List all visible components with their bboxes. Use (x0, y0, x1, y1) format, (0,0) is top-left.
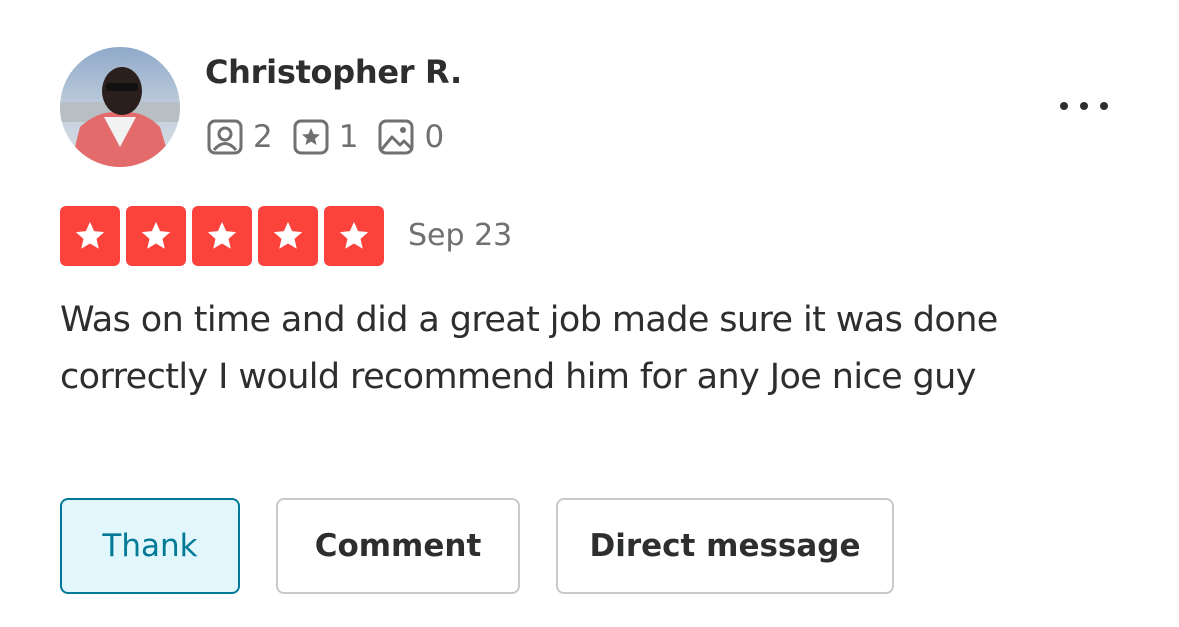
direct-message-button[interactable]: Direct message (556, 498, 894, 594)
more-options-icon-dot (1060, 102, 1068, 110)
review-text: Was on time and did a great job made sur… (60, 300, 998, 397)
star-rating (60, 206, 384, 266)
rating-star-4 (258, 206, 318, 266)
rating-star-2 (126, 206, 186, 266)
star-icon (75, 221, 105, 249)
friends-icon (207, 119, 243, 155)
friends-stat: 2 (205, 117, 273, 157)
user-avatar[interactable] (60, 47, 180, 167)
photo-icon (378, 119, 414, 155)
user-stats: 2 1 0 (205, 117, 462, 157)
star-icon (273, 221, 303, 249)
friends-count: 2 (253, 119, 273, 155)
review-date: Sep 23 (408, 218, 513, 253)
rating-star-3 (192, 206, 252, 266)
avatar-photo (60, 47, 180, 167)
star-review-icon (293, 119, 329, 155)
star-icon (141, 221, 171, 249)
photos-count: 0 (424, 119, 445, 155)
thank-button[interactable]: Thank (60, 498, 240, 594)
comment-button[interactable]: Comment (276, 498, 520, 594)
user-name[interactable]: Christopher R. (205, 50, 462, 94)
more-options-icon-dot (1080, 102, 1088, 110)
more-options-button[interactable] (1047, 86, 1121, 126)
reviews-stat: 1 (291, 117, 359, 157)
more-options-icon-dot (1100, 102, 1108, 110)
rating-star-5 (324, 206, 384, 266)
photos-stat: 0 (376, 117, 444, 157)
rating-star-1 (60, 206, 120, 266)
star-icon (207, 221, 237, 249)
reviews-count: 1 (338, 119, 359, 155)
star-icon (339, 221, 369, 249)
